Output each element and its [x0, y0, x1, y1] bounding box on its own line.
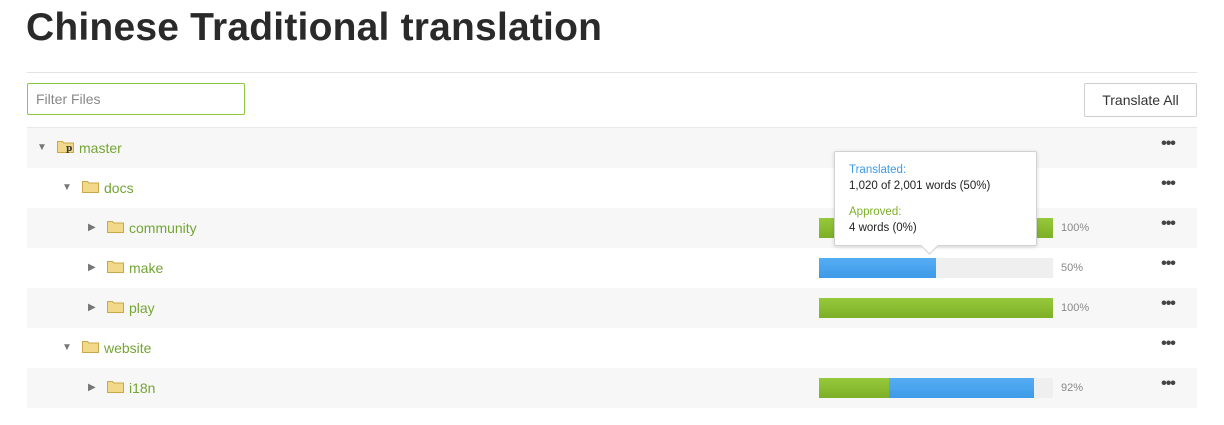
expand-arrow-icon[interactable]: ▶ [88, 302, 96, 314]
folder-icon [82, 341, 99, 353]
folder-icon [82, 181, 99, 193]
collapse-arrow-icon[interactable]: ▼ [37, 142, 47, 154]
filter-files-input[interactable] [27, 83, 245, 115]
more-options-icon[interactable]: ••• [1158, 136, 1178, 157]
progress-bar[interactable] [819, 298, 1053, 318]
expand-arrow-icon[interactable]: ▶ [88, 382, 96, 394]
translate-all-button[interactable]: Translate All [1084, 83, 1197, 117]
folder-icon [107, 261, 124, 273]
more-options-icon[interactable]: ••• [1158, 216, 1178, 237]
translated-segment [889, 378, 1035, 398]
tooltip-translated-label: Translated: [849, 164, 907, 176]
translated-segment [819, 258, 936, 278]
expand-arrow-icon[interactable]: ▶ [88, 262, 96, 274]
tree-row-play[interactable]: ▶ play 100% ••• [27, 288, 1197, 328]
folder-name[interactable]: docs [104, 179, 134, 197]
progress-percent: 92% [1061, 382, 1084, 394]
collapse-arrow-icon[interactable]: ▼ [62, 342, 72, 354]
more-options-icon[interactable]: ••• [1158, 376, 1178, 397]
folder-icon [107, 301, 124, 313]
folder-name[interactable]: website [104, 339, 151, 357]
progress-bar[interactable] [819, 258, 1053, 278]
folder-name[interactable]: play [129, 299, 155, 317]
folder-name[interactable]: community [129, 219, 197, 237]
tooltip-translated-value: 1,020 of 2,001 words (50%) [849, 180, 991, 192]
folder-icon [107, 221, 124, 233]
collapse-arrow-icon[interactable]: ▼ [62, 182, 72, 194]
approved-segment [819, 298, 1053, 318]
folder-name[interactable]: i18n [129, 379, 155, 397]
approved-segment [819, 378, 890, 398]
folder-name[interactable]: master [79, 139, 122, 157]
progress-percent: 50% [1061, 262, 1084, 274]
tooltip-approved-label: Approved: [849, 206, 902, 218]
page: Chinese Traditional translation Translat… [0, 0, 1224, 425]
progress-tooltip: Translated: 1,020 of 2,001 words (50%) A… [834, 151, 1037, 246]
more-options-icon[interactable]: ••• [1158, 256, 1178, 277]
progress-percent: 100% [1061, 302, 1090, 314]
branch-folder-icon: p [57, 141, 74, 153]
progress-bar[interactable] [819, 378, 1053, 398]
more-options-icon[interactable]: ••• [1158, 336, 1178, 357]
svg-text:p: p [66, 144, 72, 153]
more-options-icon[interactable]: ••• [1158, 176, 1178, 197]
title-divider [27, 72, 1197, 73]
folder-name[interactable]: make [129, 259, 163, 277]
expand-arrow-icon[interactable]: ▶ [88, 222, 96, 234]
tree-row-make[interactable]: ▶ make 50% ••• [27, 248, 1197, 288]
page-title: Chinese Traditional translation [26, 6, 603, 49]
tree-row-website[interactable]: ▼ website ••• [27, 328, 1197, 368]
progress-percent: 100% [1061, 222, 1090, 234]
tree-row-i18n[interactable]: ▶ i18n 92% ••• [27, 368, 1197, 408]
tooltip-approved-value: 4 words (0%) [849, 222, 917, 234]
more-options-icon[interactable]: ••• [1158, 296, 1178, 317]
folder-icon [107, 381, 124, 393]
